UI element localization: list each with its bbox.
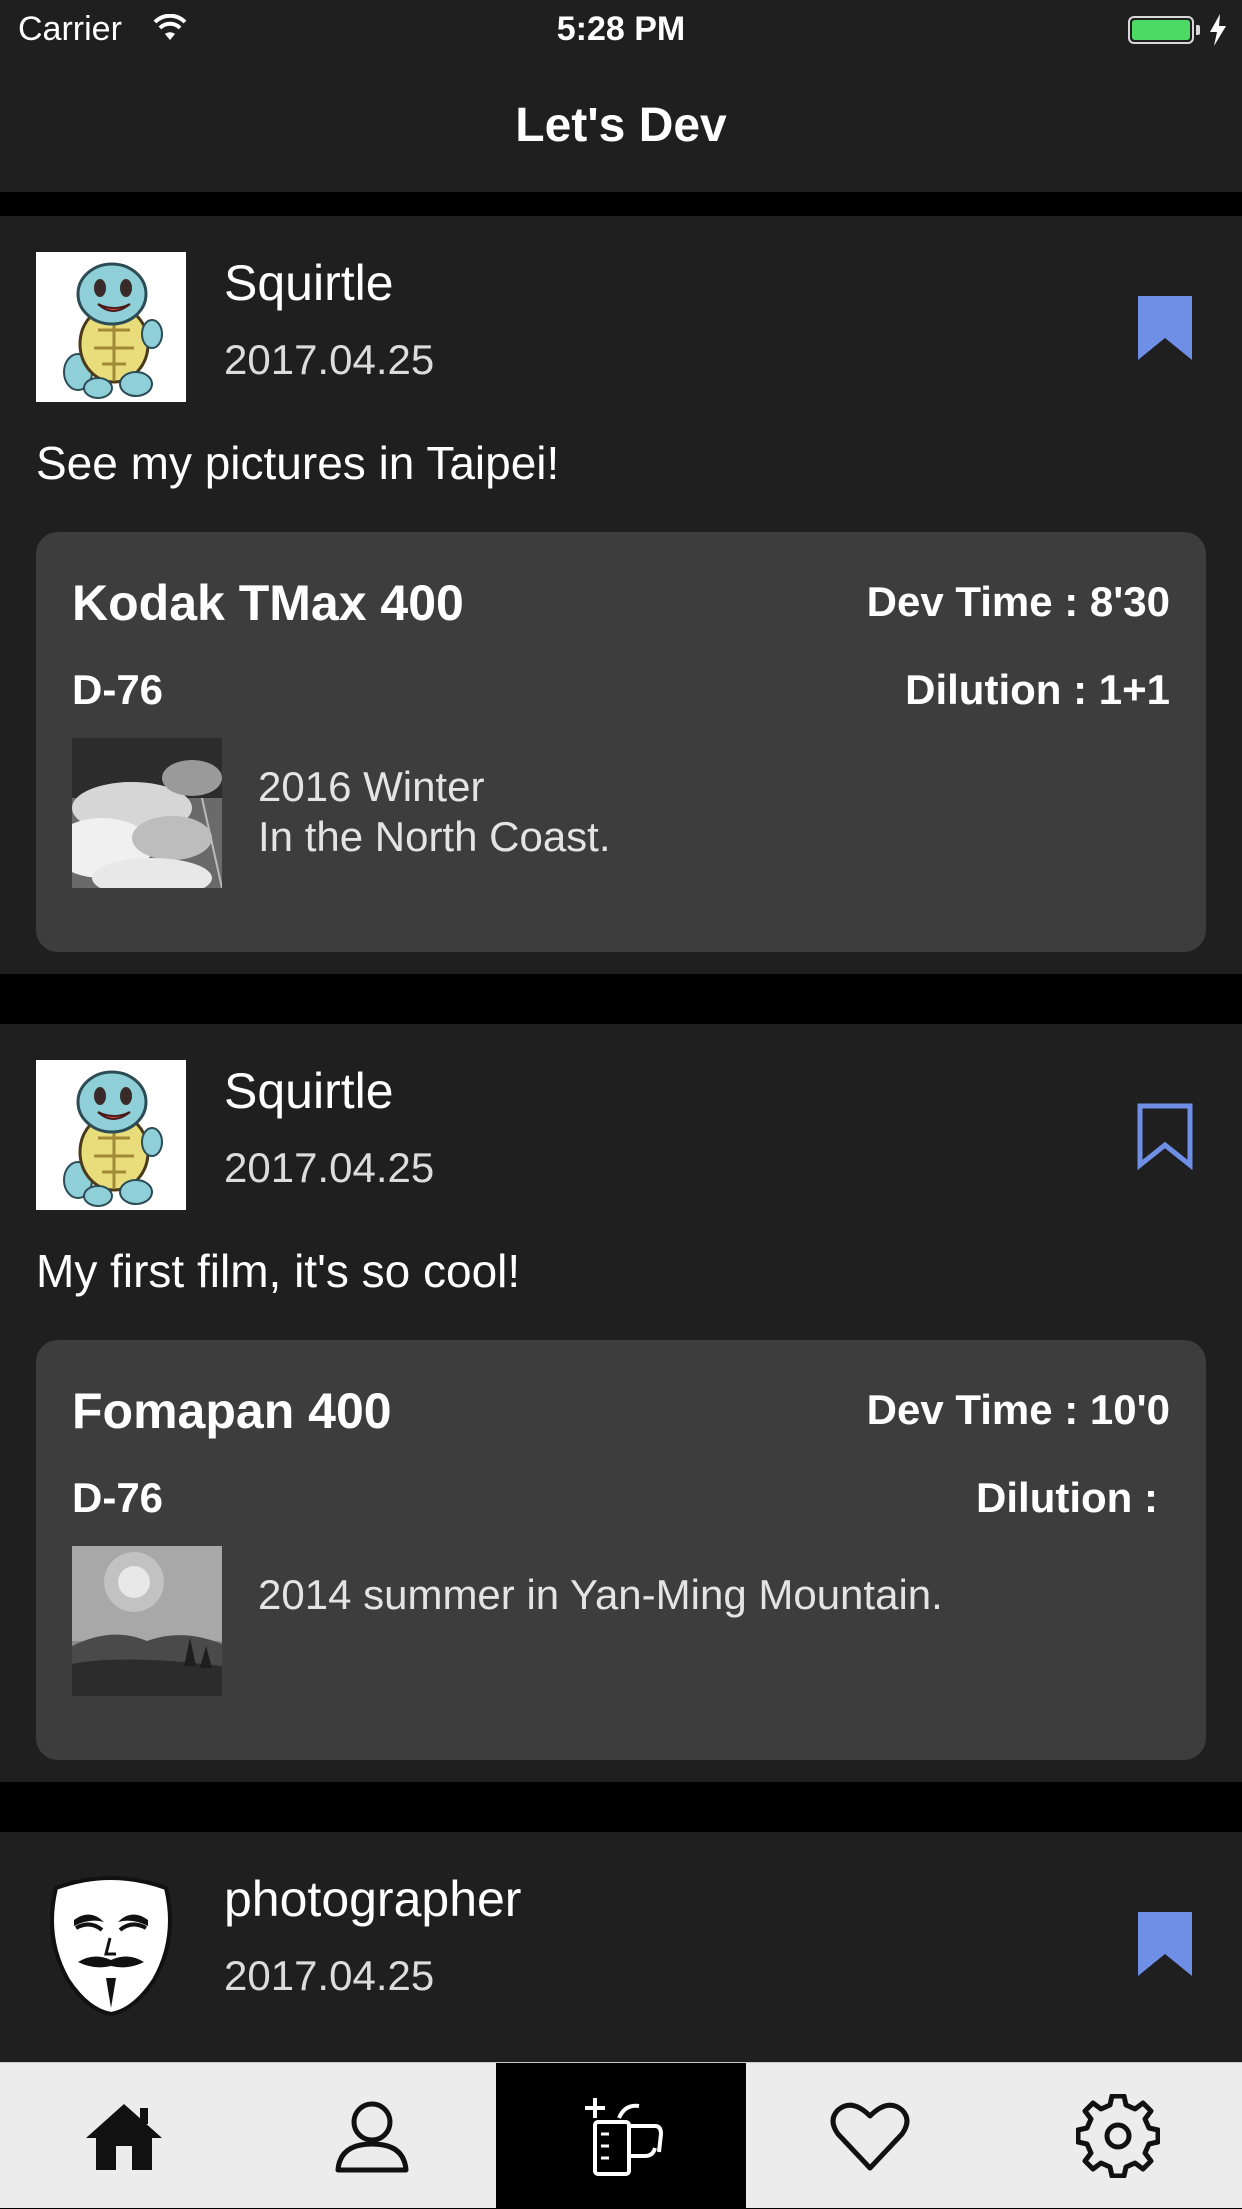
bookmark-outline-icon[interactable]	[1136, 1102, 1194, 1170]
dev-time: Dev Time : 10'0	[866, 1386, 1170, 1433]
feed-post[interactable]: Squirtle 2017.04.25 See my pictures in T…	[0, 216, 1242, 974]
dilution: Dilution :	[976, 1474, 1158, 1521]
username[interactable]: Squirtle	[224, 1062, 394, 1120]
heart-icon	[830, 2102, 910, 2171]
film-note: 2014 summer in Yan-Ming Mountain.	[258, 1571, 943, 1618]
battery-icon	[1128, 16, 1194, 44]
film-card[interactable]: Kodak TMax 400 Dev Time : 8'30 D-76 Dilu…	[36, 532, 1206, 952]
film-card[interactable]: Fomapan 400 Dev Time : 10'0 D-76 Dilutio…	[36, 1340, 1206, 1760]
squirtle-avatar[interactable]	[36, 1060, 186, 1210]
developer-name: D-76	[72, 1474, 164, 1521]
clouds-photo[interactable]	[72, 738, 222, 888]
film-name: Fomapan 400	[72, 1383, 392, 1439]
tab-favorites[interactable]	[746, 2063, 994, 2209]
post-caption: See my pictures in Taipei!	[36, 437, 560, 489]
squirtle-avatar[interactable]	[36, 252, 186, 402]
charging-icon	[1210, 14, 1226, 46]
status-bar: Carrier 5:28 PM	[0, 0, 1242, 62]
add-film-icon	[585, 2098, 663, 2176]
home-icon	[86, 2104, 162, 2170]
tab-bar	[0, 2062, 1242, 2209]
dilution: Dilution : 1+1	[905, 666, 1170, 713]
film-name: Kodak TMax 400	[72, 575, 464, 631]
feed-post[interactable]: photographer 2017.04.25	[0, 1832, 1242, 2072]
developer-name: D-76	[72, 666, 164, 713]
profile-icon	[335, 2101, 409, 2173]
post-date: 2017.04.25	[224, 1144, 435, 1191]
battery-tip	[1196, 25, 1200, 35]
mask-avatar[interactable]	[36, 1868, 186, 2018]
post-date: 2017.04.25	[224, 1952, 435, 1999]
tab-settings[interactable]	[994, 2063, 1242, 2209]
tab-profile[interactable]	[248, 2063, 496, 2209]
gear-icon	[1076, 2094, 1160, 2178]
nav-bar: Let's Dev	[0, 62, 1242, 192]
bookmark-filled-icon[interactable]	[1136, 294, 1194, 362]
clock: 5:28 PM	[556, 10, 686, 48]
dev-time: Dev Time : 8'30	[866, 578, 1170, 625]
post-caption: My first film, it's so cool!	[36, 1245, 521, 1297]
username[interactable]: Squirtle	[224, 254, 394, 312]
tab-home[interactable]	[0, 2063, 248, 2209]
film-note: 2016 Winter In the North Coast.	[258, 763, 611, 860]
page-title: Let's Dev	[515, 99, 727, 152]
tab-add-film[interactable]	[496, 2063, 746, 2209]
feed-post[interactable]: Squirtle 2017.04.25 My first film, it's …	[0, 1024, 1242, 1782]
mountain-photo[interactable]	[72, 1546, 222, 1696]
post-date: 2017.04.25	[224, 336, 435, 383]
username[interactable]: photographer	[224, 1870, 521, 1928]
bookmark-filled-icon[interactable]	[1136, 1910, 1194, 1978]
